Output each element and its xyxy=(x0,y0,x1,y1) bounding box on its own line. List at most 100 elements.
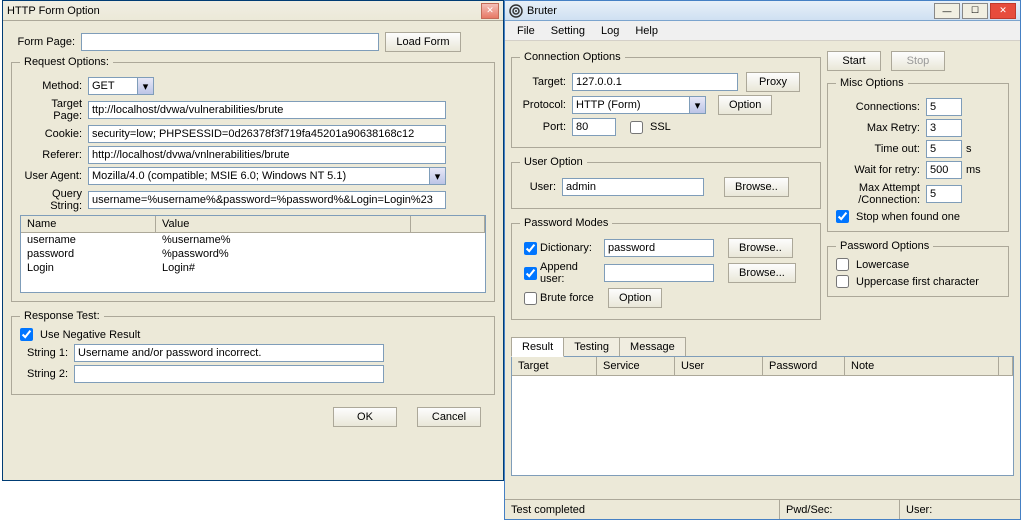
connection-options-group: Connection Options Target: Proxy Protoco… xyxy=(511,51,821,148)
dictionary-label: Dictionary: xyxy=(540,242,604,254)
grid-header: Target Service User Password Note xyxy=(512,357,1013,376)
proxy-button[interactable]: Proxy xyxy=(746,72,800,92)
ok-button[interactable]: OK xyxy=(333,407,397,427)
uppercase-first-label: Uppercase first character xyxy=(856,276,979,288)
bruter-window: Bruter — ☐ ✕ File Setting Log Help Conne… xyxy=(504,0,1021,520)
load-form-button[interactable]: Load Form xyxy=(385,32,461,52)
password-options-legend: Password Options xyxy=(836,240,933,252)
window-title: Bruter xyxy=(527,5,557,17)
tab-message[interactable]: Message xyxy=(619,337,686,357)
browse-user-button[interactable]: Browse.. xyxy=(724,177,789,197)
col-note[interactable]: Note xyxy=(845,357,999,375)
status-text: Test completed xyxy=(505,500,780,519)
http-form-option-window: HTTP Form Option ✕ Form Page: Load Form … xyxy=(2,0,504,481)
col-spacer xyxy=(411,216,485,232)
dictionary-input[interactable] xyxy=(604,239,714,257)
maximize-icon[interactable]: ☐ xyxy=(962,3,988,19)
close-icon[interactable]: ✕ xyxy=(481,3,499,19)
col-service[interactable]: Service xyxy=(597,357,675,375)
brute-force-checkbox[interactable] xyxy=(524,292,537,305)
col-password[interactable]: Password xyxy=(763,357,845,375)
col-name[interactable]: Name xyxy=(21,216,156,232)
string1-input[interactable] xyxy=(74,344,384,362)
max-retry-label: Max Retry: xyxy=(836,122,920,134)
browse-dictionary-button[interactable]: Browse.. xyxy=(728,238,793,258)
wait-retry-label: Wait for retry: xyxy=(836,164,920,176)
timeout-label: Time out: xyxy=(836,143,920,155)
string1-label: String 1: xyxy=(20,347,68,359)
table-row[interactable]: Login Login# xyxy=(21,261,485,275)
referer-input[interactable] xyxy=(88,146,446,164)
cancel-button[interactable]: Cancel xyxy=(417,407,481,427)
ssl-checkbox[interactable] xyxy=(630,121,643,134)
protocol-select[interactable] xyxy=(572,96,706,114)
browse-append-button[interactable]: Browse... xyxy=(728,263,796,283)
result-grid: Target Service User Password Note xyxy=(511,356,1014,476)
minimize-icon[interactable]: — xyxy=(934,3,960,19)
titlebar-buttons: ✕ xyxy=(481,3,499,19)
table-row[interactable]: username %username% xyxy=(21,233,485,247)
target-label: Target: xyxy=(520,76,566,88)
user-input[interactable] xyxy=(562,178,704,196)
append-user-input[interactable] xyxy=(604,264,714,282)
table-row[interactable]: password %password% xyxy=(21,247,485,261)
target-page-label: Target Page: xyxy=(20,98,82,122)
menu-file[interactable]: File xyxy=(509,23,543,39)
wait-retry-input[interactable] xyxy=(926,161,962,179)
col-user[interactable]: User xyxy=(675,357,763,375)
form-page-input[interactable] xyxy=(81,33,379,51)
option-button[interactable]: Option xyxy=(718,95,772,115)
port-input[interactable] xyxy=(572,118,616,136)
result-tabs: Result Testing Message xyxy=(511,336,1014,356)
misc-options-legend: Misc Options xyxy=(836,77,908,89)
menubar: File Setting Log Help xyxy=(505,21,1020,41)
statusbar: Test completed Pwd/Sec: User: xyxy=(505,499,1020,519)
uppercase-first-checkbox[interactable] xyxy=(836,275,849,288)
ssl-label: SSL xyxy=(650,121,671,133)
stop-button[interactable]: Stop xyxy=(891,51,945,71)
port-label: Port: xyxy=(520,121,566,133)
menu-setting[interactable]: Setting xyxy=(543,23,593,39)
dictionary-checkbox[interactable] xyxy=(524,242,537,255)
menu-help[interactable]: Help xyxy=(627,23,666,39)
app-icon xyxy=(509,4,523,18)
timeout-input[interactable] xyxy=(926,140,962,158)
start-button[interactable]: Start xyxy=(827,51,881,71)
request-options-group: Request Options: Method: ▾ Target Page: … xyxy=(11,56,495,302)
menu-log[interactable]: Log xyxy=(593,23,627,39)
wait-retry-unit: ms xyxy=(966,164,981,176)
table-header: Name Value xyxy=(21,216,485,233)
lowercase-checkbox[interactable] xyxy=(836,258,849,271)
chevron-down-icon[interactable]: ▾ xyxy=(689,97,705,113)
cookie-label: Cookie: xyxy=(20,128,82,140)
use-negative-checkbox[interactable] xyxy=(20,328,33,341)
cookie-input[interactable] xyxy=(88,125,446,143)
misc-options-group: Misc Options Connections: Max Retry: Tim… xyxy=(827,77,1009,232)
close-icon[interactable]: ✕ xyxy=(990,3,1016,19)
tab-result[interactable]: Result xyxy=(511,337,564,357)
max-retry-input[interactable] xyxy=(926,119,962,137)
chevron-down-icon[interactable]: ▾ xyxy=(429,168,445,184)
password-modes-legend: Password Modes xyxy=(520,217,612,229)
chevron-down-icon[interactable]: ▾ xyxy=(137,78,153,94)
append-user-checkbox[interactable] xyxy=(524,267,537,280)
user-agent-select[interactable] xyxy=(88,167,446,185)
string2-input[interactable] xyxy=(74,365,384,383)
lowercase-label: Lowercase xyxy=(856,259,909,271)
user-option-group: User Option User: Browse.. xyxy=(511,156,821,209)
max-attempt-input[interactable] xyxy=(926,185,962,203)
col-target[interactable]: Target xyxy=(512,357,597,375)
brute-option-button[interactable]: Option xyxy=(608,288,662,308)
connections-input[interactable] xyxy=(926,98,962,116)
query-params-table: Name Value username %username% password … xyxy=(20,215,486,293)
response-test-legend: Response Test: xyxy=(20,310,104,322)
query-string-input[interactable] xyxy=(88,191,446,209)
user-agent-label: User Agent: xyxy=(20,170,82,182)
target-input[interactable] xyxy=(572,73,738,91)
target-page-input[interactable] xyxy=(88,101,446,119)
stop-when-checkbox[interactable] xyxy=(836,210,849,223)
titlebar: HTTP Form Option ✕ xyxy=(3,1,503,21)
brute-force-label: Brute force xyxy=(540,292,604,304)
tab-testing[interactable]: Testing xyxy=(563,337,620,357)
col-value[interactable]: Value xyxy=(156,216,411,232)
